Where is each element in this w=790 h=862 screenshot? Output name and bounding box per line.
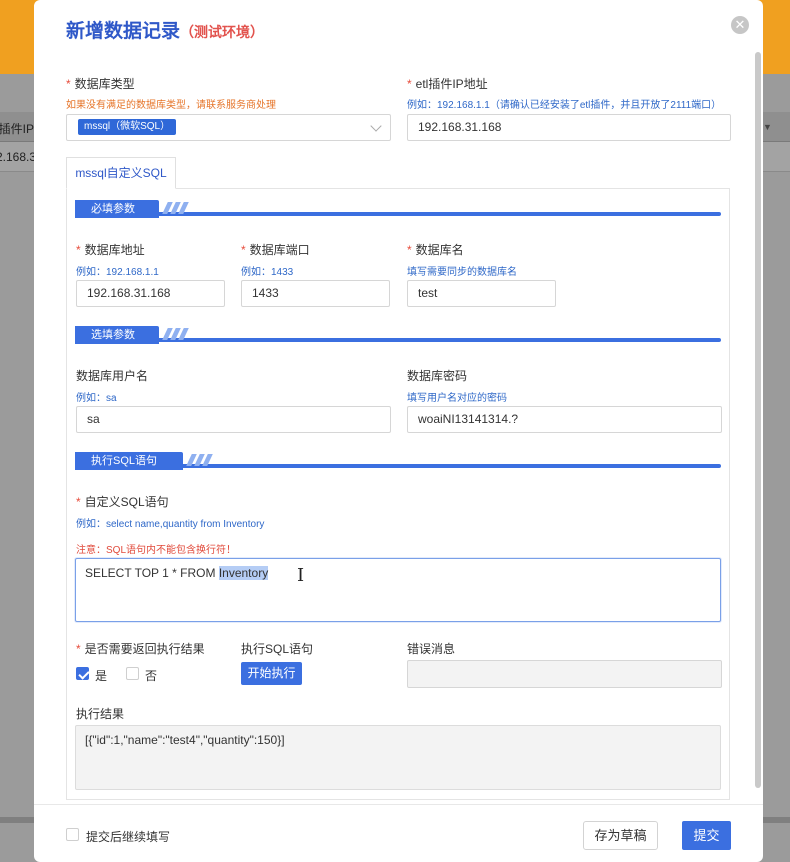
new-record-modal: 新增数据记录（测试环境） ✕ * 数据库类型 如果没有满足的数据库类型，请联系服务…	[34, 0, 763, 862]
modal-title: 新增数据记录（测试环境）	[66, 16, 264, 43]
db-type-selected-tag[interactable]: mssql（微软SQL）	[78, 119, 177, 135]
exec-result-label: 执行结果	[76, 707, 125, 721]
error-message-field	[407, 660, 722, 688]
db-address-input[interactable]: 192.168.31.168	[76, 280, 225, 307]
custom-sql-textarea[interactable]: SELECT TOP 1 * FROM Inventory	[75, 558, 721, 622]
custom-sql-hint: 例如：select name,quantity from Inventory	[76, 519, 265, 530]
start-execute-button[interactable]: 开始执行	[241, 662, 302, 685]
footer-divider	[34, 804, 763, 805]
save-draft-button[interactable]: 存为草稿	[583, 821, 658, 850]
tab-mssql-custom-sql[interactable]: mssql自定义SQL	[66, 157, 176, 189]
db-name-input[interactable]: test	[407, 280, 556, 307]
db-password-label: 数据库密码	[407, 369, 468, 383]
background-caret-icon: ▼	[763, 122, 772, 132]
text-cursor-icon: I	[297, 565, 305, 586]
etl-ip-input[interactable]: 192.168.31.168	[407, 114, 731, 141]
etl-ip-hint: 例如：192.168.1.1（请确认已经安装了etl插件，并且开放了2111端口…	[407, 100, 722, 111]
custom-sql-warning: 注意：SQL语句内不能包含换行符！	[76, 545, 237, 556]
modal-scrollbar-thumb[interactable]	[755, 52, 761, 788]
continue-label[interactable]: 提交后继续填写	[86, 828, 170, 845]
background-row-cell: 2.168.3	[0, 150, 37, 164]
custom-sql-label: * 自定义SQL语句	[76, 495, 169, 509]
section-execute-title: 执行SQL语句	[75, 452, 183, 470]
selected-text: Inventory	[218, 566, 269, 580]
continue-checkbox[interactable]	[66, 828, 79, 841]
db-port-label: * 数据库端口	[241, 243, 310, 257]
db-user-input[interactable]: sa	[76, 406, 391, 433]
exec-result-field: [{"id":1,"name":"test4","quantity":150}]	[75, 725, 721, 790]
db-user-label: 数据库用户名	[76, 369, 149, 383]
db-address-hint: 例如：192.168.1.1	[76, 267, 159, 278]
return-no-checkbox[interactable]	[126, 667, 139, 680]
db-address-label: * 数据库地址	[76, 243, 145, 257]
section-required-title: 必填参数	[75, 200, 159, 218]
close-icon[interactable]: ✕	[731, 16, 749, 34]
section-optional-title: 选填参数	[75, 326, 159, 344]
db-type-hint: 如果没有满足的数据库类型，请联系服务商处理	[66, 100, 276, 111]
db-password-hint: 填写用户名对应的密码	[407, 393, 507, 404]
submit-button[interactable]: 提交	[682, 821, 731, 850]
etl-ip-label: * etl插件IP地址	[407, 77, 488, 91]
error-message-label: 错误消息	[407, 642, 456, 656]
db-user-hint: 例如：sa	[76, 393, 117, 404]
db-name-hint: 填写需要同步的数据库名	[407, 267, 517, 278]
return-yes-label[interactable]: 是	[95, 667, 107, 684]
modal-title-text: 新增数据记录	[66, 21, 181, 42]
return-yes-checkbox[interactable]	[76, 667, 89, 680]
section-required-header: 必填参数	[75, 200, 721, 218]
return-result-label: * 是否需要返回执行结果	[76, 642, 205, 656]
db-port-hint: 例如：1433	[241, 267, 294, 278]
return-no-label[interactable]: 否	[145, 667, 157, 684]
background-column-header: l插件IP	[0, 122, 35, 136]
modal-title-env: （测试环境）	[180, 24, 265, 40]
section-optional-header: 选填参数	[75, 326, 721, 344]
execute-sql-label: 执行SQL语句	[241, 642, 314, 656]
section-execute-header: 执行SQL语句	[75, 452, 721, 470]
db-password-input[interactable]: woaiNI13141314.?	[407, 406, 722, 433]
db-name-label: * 数据库名	[407, 243, 464, 257]
db-port-input[interactable]: 1433	[241, 280, 390, 307]
db-type-label: * 数据库类型	[66, 77, 135, 91]
